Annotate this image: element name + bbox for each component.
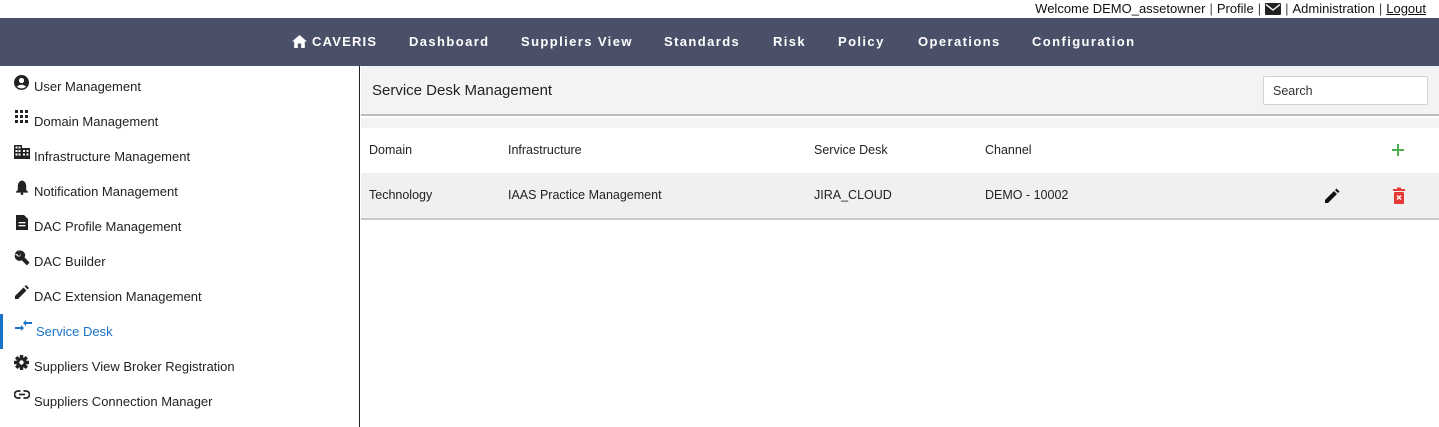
sidebar-item-label: Notification Management <box>34 184 178 199</box>
page-title: Service Desk Management <box>372 82 553 99</box>
sidebar-item-dac-profile-management[interactable]: DAC Profile Management <box>0 209 358 244</box>
delete-icon[interactable] <box>1391 187 1407 205</box>
main-navbar: CAVERIS Dashboard Suppliers View Standar… <box>0 18 1439 66</box>
sidebar-item-label: DAC Builder <box>34 254 106 269</box>
sidebar-item-label: DAC Profile Management <box>34 219 182 234</box>
gear-icon <box>13 355 30 372</box>
sidebar-item-infrastructure-management[interactable]: Infrastructure Management <box>0 139 358 174</box>
add-icon[interactable] <box>1390 142 1406 158</box>
search-input[interactable] <box>1263 76 1428 105</box>
sidebar-item-label: User Management <box>34 79 141 94</box>
link-icon <box>13 390 30 407</box>
wrench-icon <box>13 250 30 267</box>
sidebar-item-suppliers-connection-manager[interactable]: Suppliers Connection Manager <box>0 384 358 419</box>
column-header-channel: Channel <box>985 143 1032 157</box>
nav-suppliers-view[interactable]: Suppliers View <box>521 18 633 66</box>
sidebar-item-dac-builder[interactable]: DAC Builder <box>0 244 358 279</box>
brand-home-link[interactable]: CAVERIS <box>292 18 377 66</box>
utility-bar: Welcome DEMO_assetowner | Profile | | Ad… <box>0 0 1439 18</box>
nav-standards[interactable]: Standards <box>664 18 740 66</box>
main-panel: Service Desk Management Domain Infrastru… <box>361 66 1439 427</box>
sidebar-item-label: DAC Extension Management <box>34 289 202 304</box>
mail-icon[interactable] <box>1265 3 1282 15</box>
pencil-icon <box>13 285 30 302</box>
separator: | <box>1378 0 1383 16</box>
column-header-service-desk: Service Desk <box>814 143 888 157</box>
sidebar-item-label: Suppliers View Broker Registration <box>34 359 235 374</box>
user-utility-links: Welcome DEMO_assetowner | Profile | | Ad… <box>1035 0 1426 16</box>
separator: | <box>1285 0 1289 16</box>
building-icon <box>13 145 30 162</box>
sidebar-item-label: Domain Management <box>34 114 159 129</box>
brand-name: CAVERIS <box>312 34 378 49</box>
panel-header: Service Desk Management <box>361 66 1439 116</box>
sidebar-item-label: Service Desk <box>36 324 113 339</box>
table-header: Domain Infrastructure Service Desk Chann… <box>361 128 1439 173</box>
header-spacer <box>361 118 1439 128</box>
profile-link[interactable]: Profile <box>1217 1 1254 16</box>
cell-infrastructure: IAAS Practice Management <box>508 188 662 202</box>
sidebar-item-domain-management[interactable]: Domain Management <box>0 104 358 139</box>
bell-icon <box>13 180 30 197</box>
service-desk-table: Domain Infrastructure Service Desk Chann… <box>361 128 1439 220</box>
sidebar: User Management Domain Management Infras… <box>0 66 360 427</box>
logout-link[interactable]: Logout <box>1386 1 1426 16</box>
nav-policy[interactable]: Policy <box>838 18 885 66</box>
nav-operations[interactable]: Operations <box>918 18 1001 66</box>
sidebar-item-notification-management[interactable]: Notification Management <box>0 174 358 209</box>
column-header-infrastructure: Infrastructure <box>508 143 582 157</box>
compare-arrows-icon <box>15 320 32 337</box>
administration-link[interactable]: Administration <box>1292 1 1374 16</box>
edit-pencil-icon[interactable] <box>1323 187 1341 205</box>
nav-configuration[interactable]: Configuration <box>1032 18 1135 66</box>
cell-channel: DEMO - 10002 <box>985 188 1069 202</box>
account-circle-icon <box>13 75 30 92</box>
separator: | <box>1209 0 1213 16</box>
home-icon <box>292 34 307 48</box>
sidebar-item-dac-extension-management[interactable]: DAC Extension Management <box>0 279 358 314</box>
sidebar-item-label: Infrastructure Management <box>34 149 191 164</box>
column-header-domain: Domain <box>369 143 413 157</box>
nav-dashboard[interactable]: Dashboard <box>409 18 490 66</box>
document-icon <box>13 215 30 232</box>
table-row[interactable]: Technology IAAS Practice Management JIRA… <box>361 173 1439 220</box>
sidebar-item-service-desk[interactable]: Service Desk <box>0 314 358 349</box>
sidebar-item-label: Suppliers Connection Manager <box>34 394 213 409</box>
cell-domain: Technology <box>369 188 433 202</box>
welcome-text: Welcome DEMO_assetowner <box>1035 0 1206 16</box>
apps-grid-icon <box>13 110 30 127</box>
sidebar-item-suppliers-view-broker-registration[interactable]: Suppliers View Broker Registration <box>0 349 358 384</box>
separator: | <box>1257 0 1262 16</box>
sidebar-item-user-management[interactable]: User Management <box>0 69 358 104</box>
nav-risk[interactable]: Risk <box>773 18 806 66</box>
cell-service-desk: JIRA_CLOUD <box>814 188 892 202</box>
